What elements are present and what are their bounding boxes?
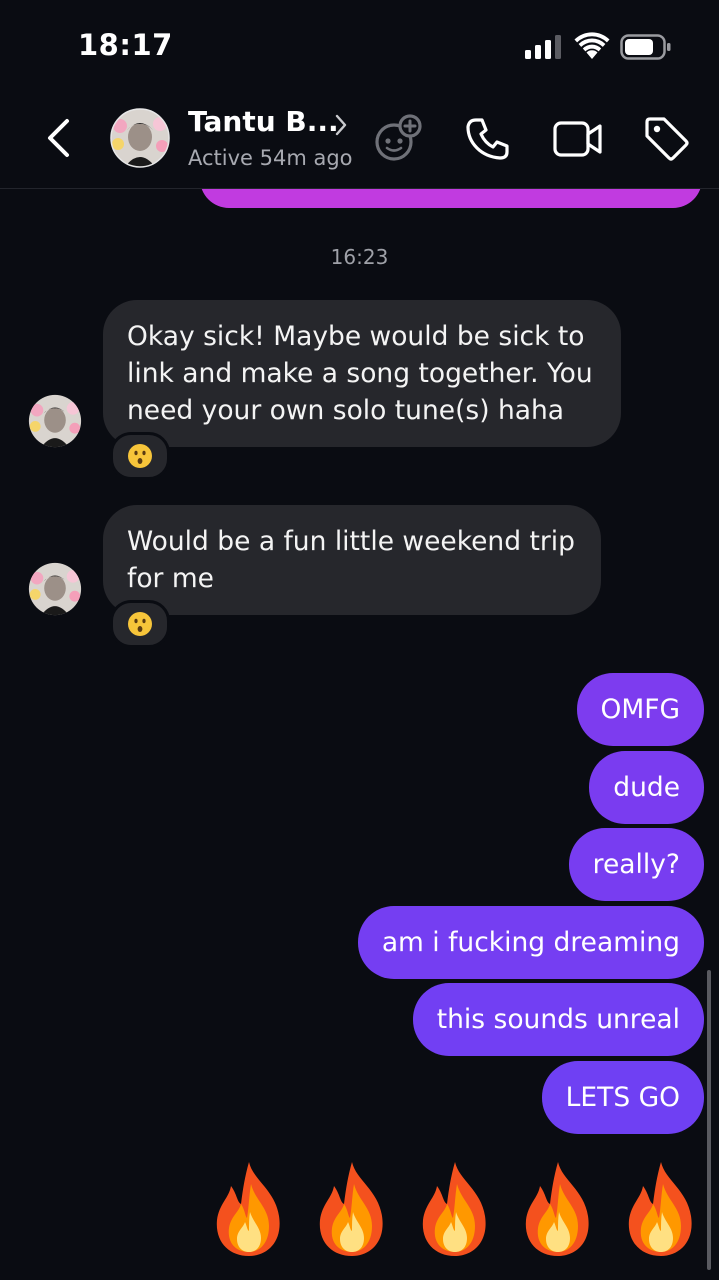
chevron-left-icon[interactable]: [40, 116, 76, 160]
incoming-message-bubble[interactable]: Okay sick! Maybe would be sick to link a…: [103, 300, 621, 447]
fire-icon: [422, 1162, 486, 1256]
cellular-signal-icon: [525, 35, 561, 59]
battery-icon: [620, 34, 671, 60]
fire-icon: [216, 1162, 280, 1256]
video-camera-icon[interactable]: [552, 118, 604, 160]
chat-header: Tantu B... Active 54m ago: [0, 90, 719, 189]
status-time: 18:17: [78, 28, 173, 62]
fire-icon: [319, 1162, 383, 1256]
outgoing-message-bubble[interactable]: this sounds unreal: [412, 983, 704, 1056]
outgoing-message-bubble[interactable]: am i fucking dreaming: [357, 906, 704, 979]
contact-avatar[interactable]: [110, 108, 170, 168]
game-controller-icon[interactable]: [372, 114, 424, 162]
contact-name[interactable]: Tantu B...: [188, 105, 339, 138]
chat-screen: 18:17 Tantu B... Active 54m ago 16:23 Ok…: [0, 0, 719, 1280]
message-reaction[interactable]: [110, 432, 170, 480]
scroll-indicator[interactable]: [707, 970, 711, 1270]
fire-icon: [628, 1162, 692, 1256]
outgoing-message-bubble[interactable]: LETS GO: [541, 1061, 704, 1134]
outgoing-message-bubble[interactable]: dude: [589, 751, 704, 824]
chevron-right-icon[interactable]: [332, 112, 350, 138]
hushed-face-icon: [128, 612, 152, 636]
wifi-icon: [574, 32, 610, 59]
message-timestamp: 16:23: [330, 245, 389, 269]
outgoing-message-bubble[interactable]: really?: [568, 828, 704, 901]
sender-avatar[interactable]: [28, 394, 82, 448]
phone-icon[interactable]: [464, 116, 512, 162]
outgoing-message-bubble[interactable]: OMFG: [576, 673, 704, 746]
message-reaction[interactable]: [110, 600, 170, 648]
fire-emoji-message[interactable]: [209, 1160, 701, 1258]
fire-icon: [525, 1162, 589, 1256]
tag-icon[interactable]: [642, 114, 690, 162]
hushed-face-icon: [128, 444, 152, 468]
sender-avatar[interactable]: [28, 562, 82, 616]
incoming-message-bubble[interactable]: Would be a fun little weekend trip for m…: [103, 505, 601, 615]
active-status: Active 54m ago: [188, 146, 353, 170]
